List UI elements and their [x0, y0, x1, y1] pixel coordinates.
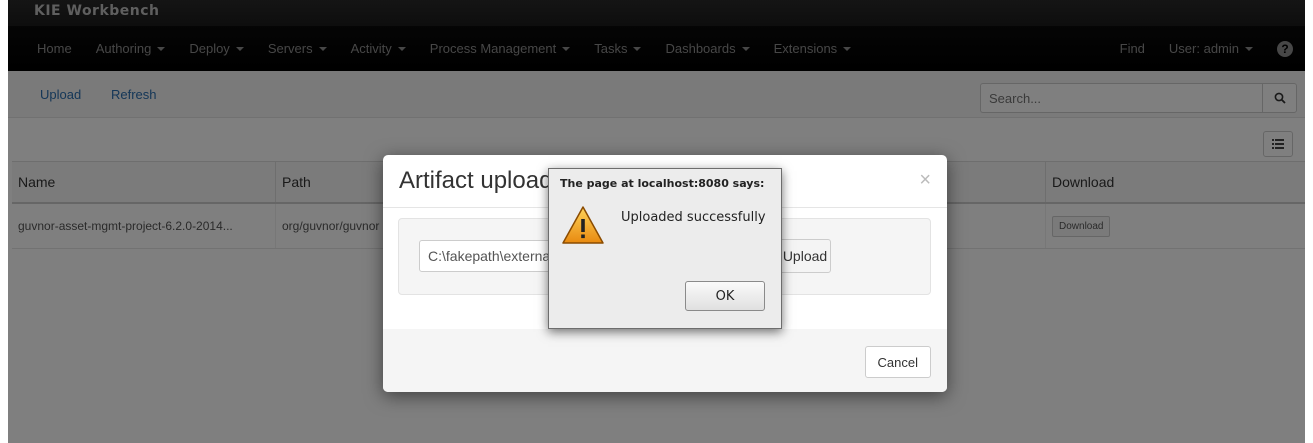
modal-upload-button[interactable]: Upload [779, 239, 831, 273]
ok-button[interactable]: OK [685, 281, 765, 311]
alert-dialog: The page at localhost:8080 says: Uploade… [548, 168, 782, 329]
modal-title: Artifact upload [399, 167, 553, 194]
cancel-button[interactable]: Cancel [864, 346, 931, 378]
browser-window: KIE Workbench Home Authoring Deploy Serv… [8, 0, 1305, 443]
alert-message: Uploaded successfully [621, 210, 766, 225]
close-icon[interactable]: × [919, 169, 931, 192]
alert-title: The page at localhost:8080 says: [560, 177, 765, 190]
warning-icon [562, 206, 604, 244]
modal-footer: Cancel [383, 329, 947, 392]
